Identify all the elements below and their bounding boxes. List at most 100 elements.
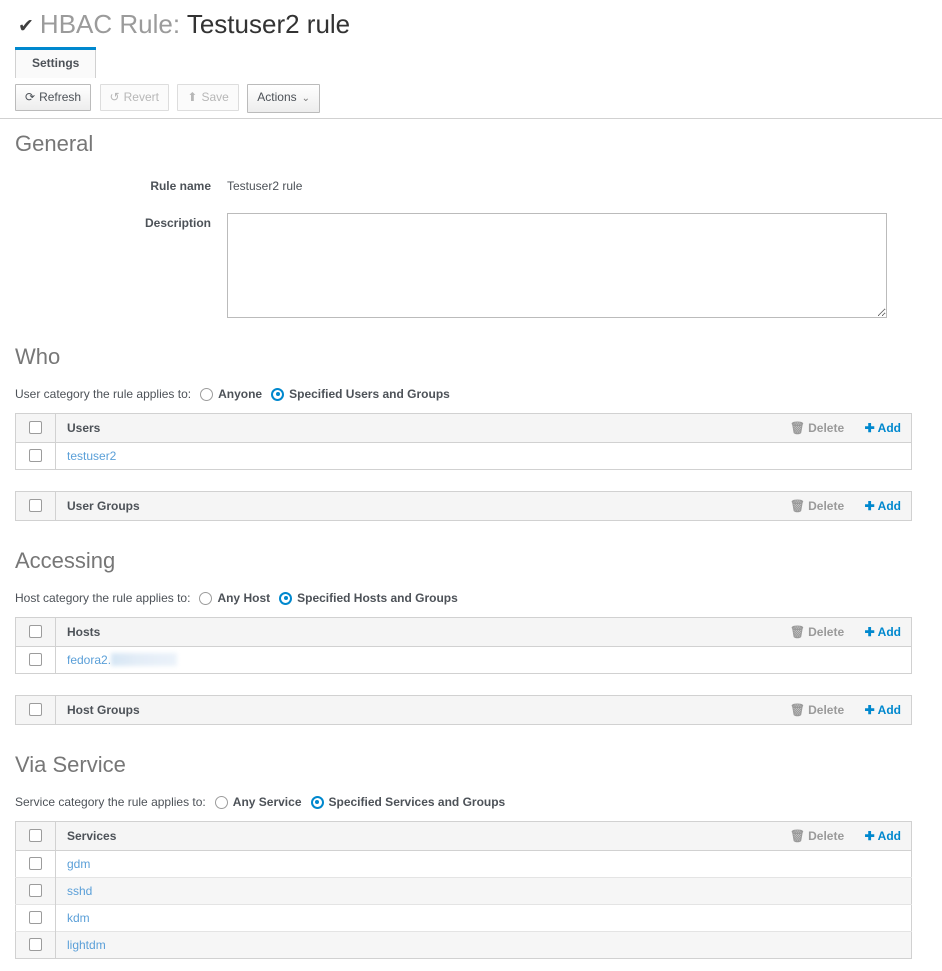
service-link[interactable]: lightdm [67, 938, 106, 952]
service-row-checkbox[interactable] [29, 911, 42, 925]
radio-option-anyone-label: Anyone [218, 387, 263, 401]
users-delete-button[interactable]: 🗑 Delete [790, 421, 844, 435]
users-select-all-cell [15, 413, 56, 443]
save-button-label: Save [201, 90, 229, 104]
users-table: Users 🗑 Delete ✚ Add testuser2 [15, 413, 912, 470]
toolbar: ⟳ Refresh ↺ Revert ⬆ Save Actions ⌄ [0, 78, 942, 119]
service-row-select-cell [15, 904, 56, 932]
redacted-hostname [111, 653, 178, 666]
host-category-label: Host category the rule applies to: [15, 591, 191, 605]
host-groups-add-label: Add [877, 703, 901, 717]
user-groups-add-button[interactable]: ✚ Add [865, 499, 901, 513]
trash-icon: 🗑 [789, 829, 806, 843]
tab-settings[interactable]: Settings [15, 47, 97, 78]
description-input[interactable] [227, 213, 887, 318]
service-row-name-cell: kdm [56, 905, 912, 932]
service-row-name-cell: gdm [56, 851, 912, 878]
host-groups-add-button[interactable]: ✚ Add [865, 703, 901, 717]
user-groups-delete-button[interactable]: 🗑 Delete [790, 499, 844, 513]
hosts-add-button[interactable]: ✚ Add [865, 625, 901, 639]
user-groups-table: User Groups 🗑 Delete ✚ Add [15, 491, 912, 521]
hosts-column-header: Hosts [67, 625, 101, 639]
user-groups-column-header: User Groups [67, 499, 140, 513]
rule-name-value: Testuser2 rule [227, 179, 303, 193]
users-select-all-checkbox[interactable] [29, 421, 42, 435]
section-title-who: Who [15, 344, 61, 369]
radio-option-any-host-label: Any Host [217, 591, 271, 605]
users-add-button[interactable]: ✚ Add [865, 421, 901, 435]
revert-button[interactable]: ↺ Revert [99, 84, 169, 111]
service-row-checkbox[interactable] [29, 884, 42, 898]
radio-option-specified-services-label: Specified Services and Groups [328, 795, 506, 809]
chevron-down-icon: ⌄ [301, 93, 311, 104]
hosts-select-all-checkbox[interactable] [29, 625, 42, 639]
radio-option-specified-services[interactable]: Specified Services and Groups [310, 795, 506, 809]
revert-button-label: Revert [123, 90, 159, 104]
refresh-button[interactable]: ⟳ Refresh [15, 84, 92, 111]
radio-option-specified-users[interactable]: Specified Users and Groups [271, 387, 450, 401]
page-title: ✔ HBAC Rule: Testuser2 rule [18, 8, 942, 44]
user-groups-add-label: Add [877, 499, 901, 513]
users-row-name-cell: testuser2 [56, 443, 912, 470]
radio-option-any-service-label: Any Service [232, 795, 302, 809]
table-row: kdm [15, 904, 912, 932]
radio-option-any-host[interactable]: Any Host [199, 591, 270, 605]
page-title-rule-name: Testuser2 rule [186, 9, 351, 39]
users-table-actions: 🗑 Delete ✚ Add [742, 414, 912, 443]
host-groups-column-header: Host Groups [67, 703, 140, 717]
services-table-header-row: Services 🗑 Delete ✚ Add [15, 821, 912, 851]
hosts-add-label: Add [877, 625, 901, 639]
services-add-button[interactable]: ✚ Add [865, 829, 901, 843]
service-row-select-cell [15, 850, 56, 878]
check-icon: ✔ [18, 16, 34, 37]
service-row-checkbox[interactable] [29, 938, 42, 952]
hosts-table-actions: 🗑 Delete ✚ Add [742, 618, 912, 647]
service-category-radio-group: Service category the rule applies to: An… [15, 793, 927, 811]
radio-option-specified-hosts[interactable]: Specified Hosts and Groups [279, 591, 458, 605]
hosts-table: Hosts 🗑 Delete ✚ Add fedora2. [15, 617, 912, 674]
service-link[interactable]: kdm [67, 911, 90, 925]
service-row-name-cell: sshd [56, 878, 912, 905]
service-row-checkbox[interactable] [29, 857, 42, 871]
actions-dropdown-button[interactable]: Actions ⌄ [247, 84, 321, 113]
service-category-label: Service category the rule applies to: [15, 795, 206, 809]
host-groups-table: Host Groups 🗑 Delete ✚ Add [15, 695, 912, 725]
page-content: General Rule name Testuser2 rule Descrip… [0, 119, 942, 959]
host-groups-delete-label: Delete [808, 703, 845, 717]
tab-bar: Settings [15, 46, 942, 78]
user-link[interactable]: testuser2 [67, 449, 116, 463]
table-row: testuser2 [15, 442, 912, 470]
section-title-accessing: Accessing [15, 548, 116, 573]
table-row: sshd [15, 877, 912, 905]
trash-icon: 🗑 [789, 421, 806, 435]
hosts-delete-label: Delete [808, 625, 845, 639]
hosts-row-checkbox[interactable] [29, 653, 42, 667]
plus-icon: ✚ [864, 625, 875, 639]
description-label: Description [144, 216, 211, 230]
user-groups-delete-label: Delete [808, 499, 845, 513]
hosts-delete-button[interactable]: 🗑 Delete [790, 625, 844, 639]
services-table: Services 🗑 Delete ✚ Add gdm sshd kdm lig… [15, 821, 912, 959]
services-table-actions: 🗑 Delete ✚ Add [742, 822, 912, 851]
users-row-checkbox[interactable] [29, 449, 42, 463]
user-groups-select-all-checkbox[interactable] [29, 499, 42, 513]
trash-icon: 🗑 [789, 625, 806, 639]
radio-any-host-indicator [199, 591, 213, 605]
radio-option-anyone[interactable]: Anyone [200, 387, 262, 401]
section-title-general: General [15, 131, 94, 156]
services-select-all-checkbox[interactable] [29, 829, 42, 843]
service-link[interactable]: gdm [67, 857, 90, 871]
plus-icon: ✚ [864, 703, 875, 717]
services-column-header: Services [67, 829, 117, 843]
host-groups-select-all-checkbox[interactable] [29, 703, 42, 717]
plus-icon: ✚ [864, 499, 875, 513]
host-groups-delete-button[interactable]: 🗑 Delete [790, 703, 844, 717]
trash-icon: 🗑 [789, 499, 806, 513]
service-link[interactable]: sshd [67, 884, 92, 898]
save-button[interactable]: ⬆ Save [177, 84, 239, 111]
radio-specified-services-indicator [310, 795, 324, 809]
host-link[interactable]: fedora2. [67, 653, 111, 667]
services-delete-button[interactable]: 🗑 Delete [790, 829, 844, 843]
radio-option-any-service[interactable]: Any Service [214, 795, 302, 809]
radio-specified-hosts-indicator [279, 591, 293, 605]
